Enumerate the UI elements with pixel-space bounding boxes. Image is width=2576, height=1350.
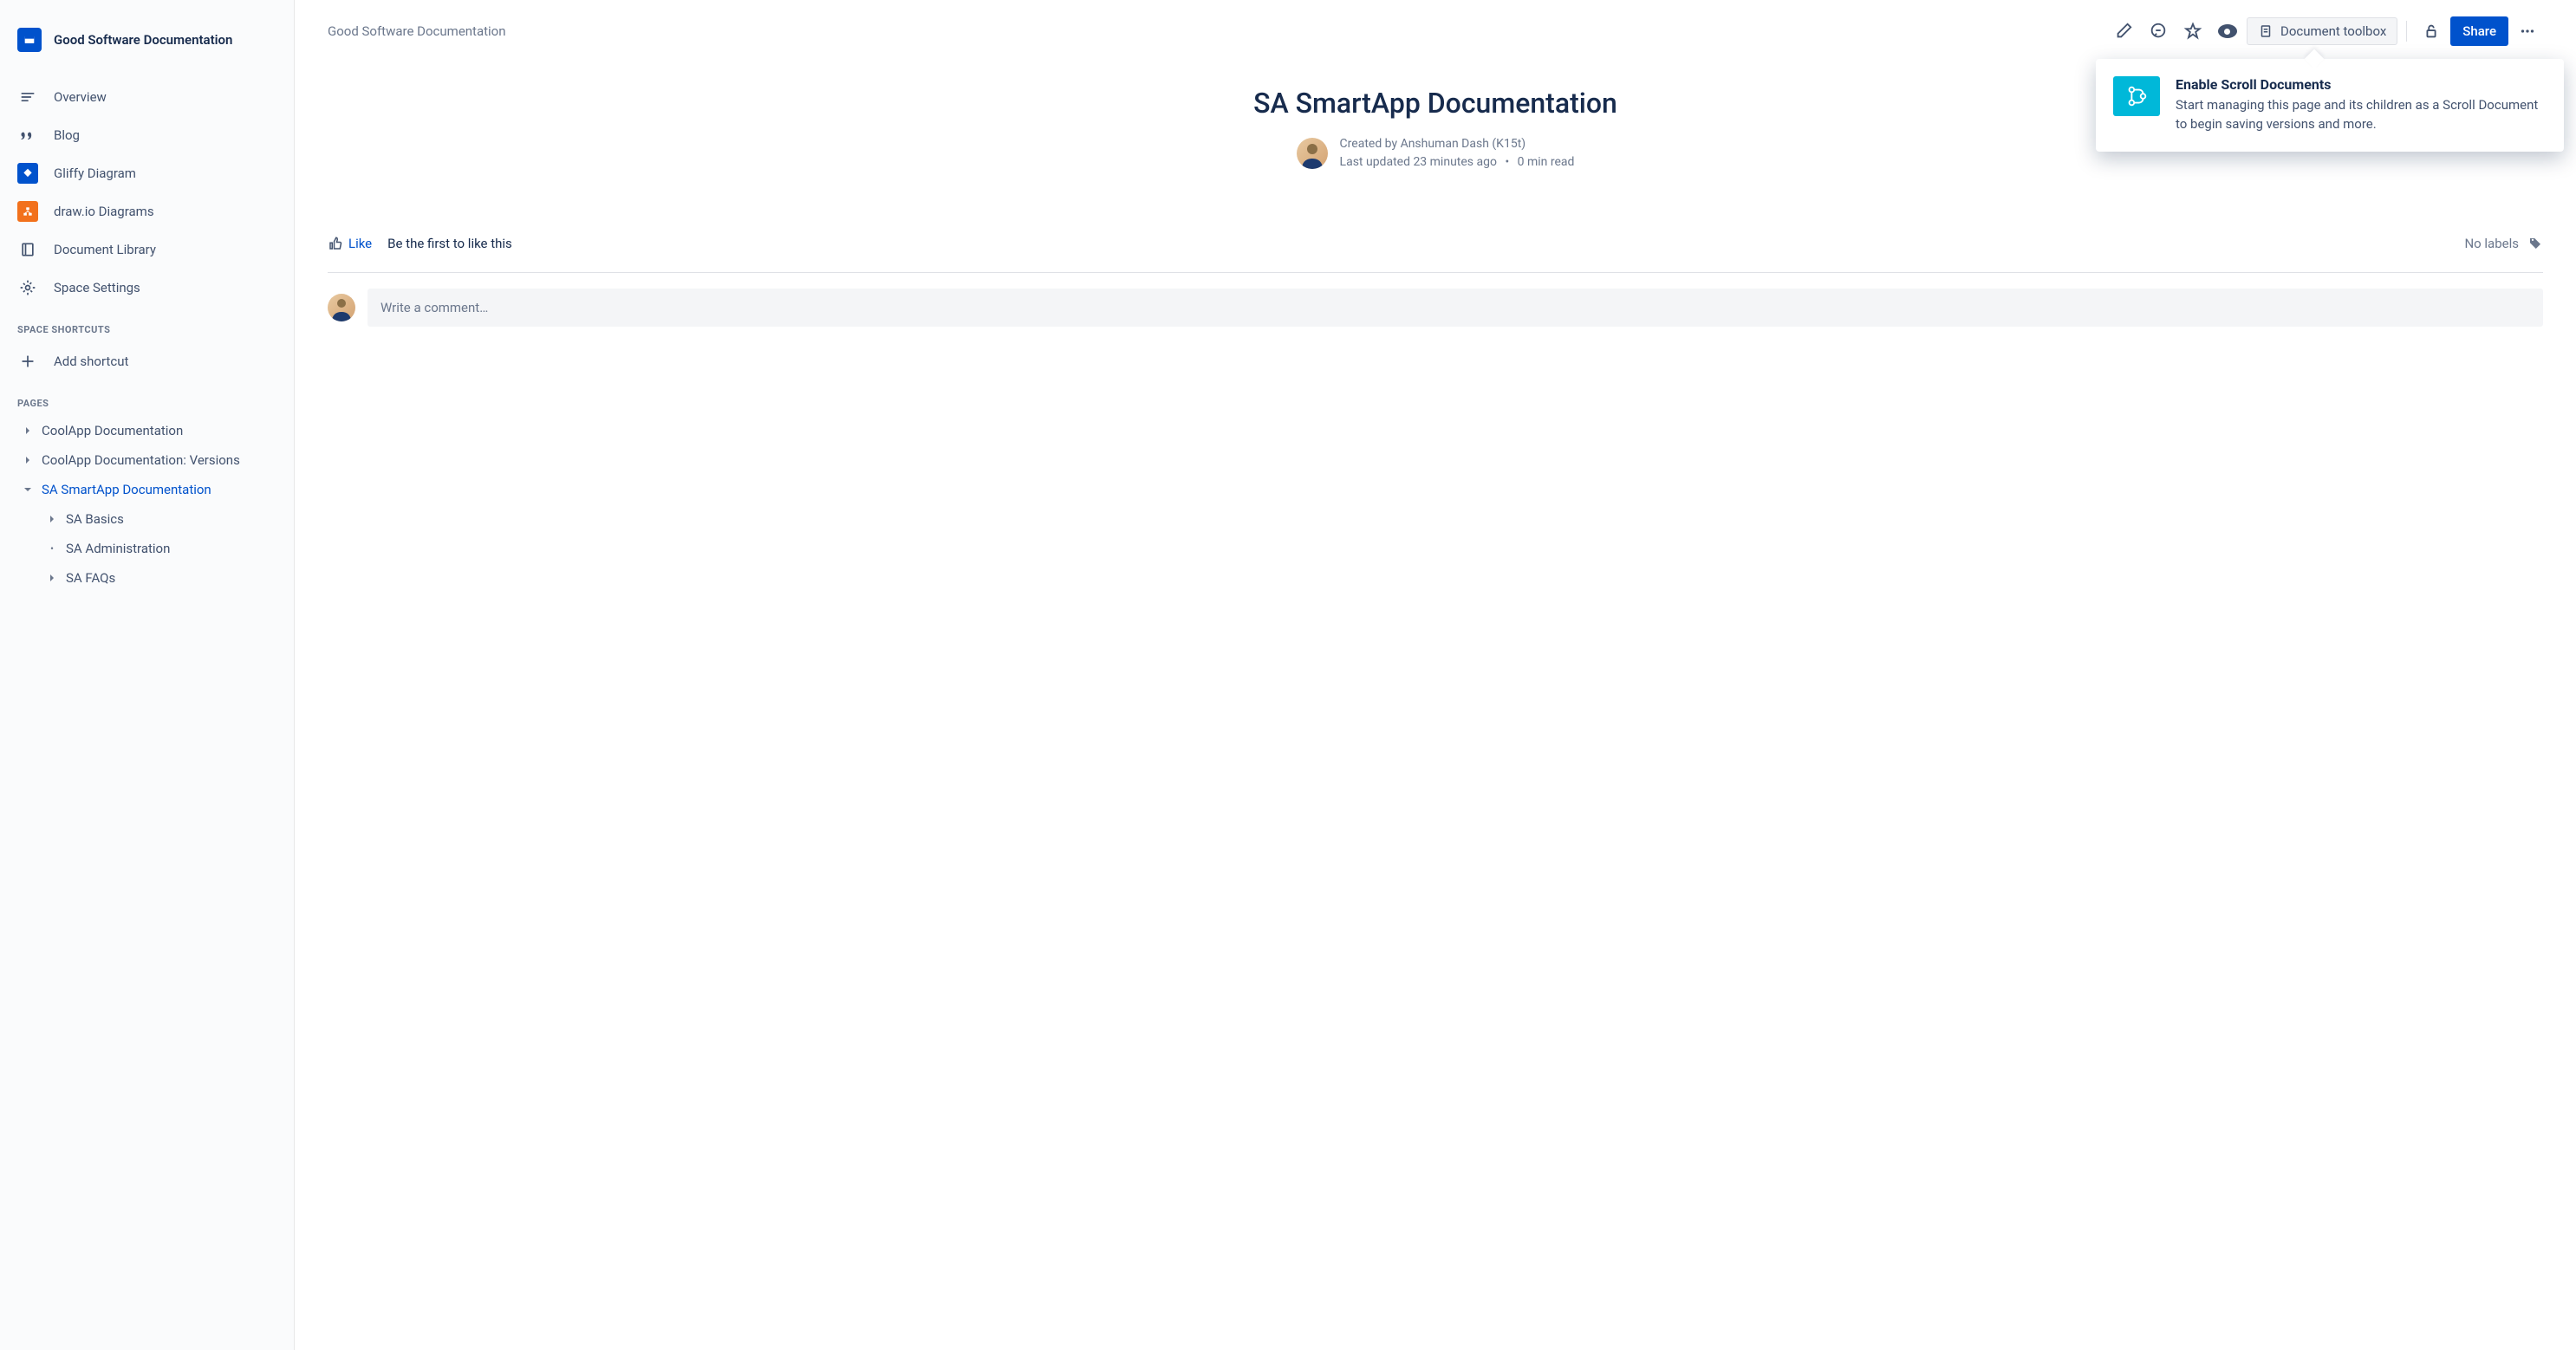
- add-shortcut-label: Add shortcut: [54, 354, 128, 369]
- comment-section: Write a comment…: [328, 289, 2543, 327]
- nav-blog[interactable]: Blog: [0, 116, 294, 154]
- comment-input[interactable]: Write a comment…: [368, 289, 2543, 327]
- thumbs-up-icon: [328, 236, 343, 251]
- chevron-right-icon[interactable]: [21, 424, 35, 438]
- more-actions-button[interactable]: [2512, 16, 2543, 47]
- nav-label: Overview: [54, 89, 107, 105]
- read-time: 0 min read: [1518, 155, 1575, 169]
- tree-label: SA SmartApp Documentation: [42, 482, 211, 497]
- sidebar: Good Software Documentation Overview Blo…: [0, 0, 295, 1350]
- main-content: Good Software Documentation Document too…: [295, 0, 2576, 1350]
- last-updated: Last updated 23 minutes ago: [1340, 155, 1497, 169]
- toolbox-label: Document toolbox: [2280, 23, 2386, 39]
- chevron-right-icon[interactable]: [45, 512, 59, 526]
- popover-title: Enable Scroll Documents: [2176, 76, 2547, 93]
- tree-label: CoolApp Documentation: Versions: [42, 452, 240, 468]
- gliffy-icon: [17, 163, 38, 184]
- chevron-down-icon[interactable]: [21, 483, 35, 497]
- add-shortcut[interactable]: Add shortcut: [0, 342, 294, 380]
- nav-label: Gliffy Diagram: [54, 166, 136, 181]
- document-toolbox-button[interactable]: Document toolbox: [2247, 17, 2397, 45]
- space-name: Good Software Documentation: [54, 32, 232, 48]
- current-user-avatar[interactable]: [328, 294, 355, 321]
- scroll-documents-popover[interactable]: Enable Scroll Documents Start managing t…: [2096, 59, 2564, 152]
- nav-label: Document Library: [54, 242, 156, 257]
- nav-drawio[interactable]: draw.io Diagrams: [0, 192, 294, 230]
- chevron-right-icon[interactable]: [45, 571, 59, 585]
- like-status: Be the first to like this: [387, 236, 512, 251]
- bullet-icon: •: [45, 542, 59, 555]
- chevron-right-icon[interactable]: [21, 453, 35, 467]
- reactions-row: Like Be the first to like this No labels: [328, 224, 2543, 263]
- tree-sa-admin[interactable]: • SA Administration: [0, 534, 294, 563]
- byline-text: Created by Anshuman Dash (K15t) Last upd…: [1340, 135, 1575, 172]
- document-icon: [2258, 23, 2274, 39]
- tree-sa-basics[interactable]: SA Basics: [0, 504, 294, 534]
- pages-heading: PAGES: [0, 380, 294, 416]
- drawio-icon: [17, 201, 38, 222]
- quote-icon: [17, 125, 38, 146]
- tree-label: CoolApp Documentation: [42, 423, 183, 438]
- nav-label: Space Settings: [54, 280, 140, 295]
- popover-body: Enable Scroll Documents Start managing t…: [2176, 76, 2547, 134]
- gear-icon: [17, 277, 38, 298]
- created-by: Created by Anshuman Dash (K15t): [1340, 135, 1575, 153]
- labels-section[interactable]: No labels: [2464, 236, 2543, 251]
- nav-label: draw.io Diagrams: [54, 204, 154, 219]
- no-labels-text: No labels: [2464, 236, 2519, 251]
- eye-icon: [2218, 24, 2237, 38]
- comment-button[interactable]: [2143, 16, 2174, 47]
- star-button[interactable]: [2177, 16, 2208, 47]
- nav-gliffy[interactable]: Gliffy Diagram: [0, 154, 294, 192]
- restrictions-button[interactable]: [2416, 16, 2447, 47]
- nav-settings[interactable]: Space Settings: [0, 269, 294, 307]
- divider: [2406, 21, 2407, 42]
- divider: [328, 272, 2543, 273]
- space-header[interactable]: Good Software Documentation: [0, 17, 294, 62]
- list-icon: [17, 87, 38, 107]
- topbar: Good Software Documentation Document too…: [295, 0, 2576, 62]
- like-label: Like: [348, 236, 372, 251]
- tree-sa-smartapp[interactable]: SA SmartApp Documentation: [0, 475, 294, 504]
- tag-icon: [2527, 236, 2543, 251]
- tree-label: SA Administration: [66, 541, 170, 556]
- tree-label: SA Basics: [66, 511, 124, 527]
- library-icon: [17, 239, 38, 260]
- tree-coolapp-versions[interactable]: CoolApp Documentation: Versions: [0, 445, 294, 475]
- scroll-docs-icon: [2113, 76, 2160, 116]
- share-button[interactable]: Share: [2450, 16, 2508, 46]
- nav-label: Blog: [54, 127, 80, 143]
- edit-button[interactable]: [2108, 16, 2139, 47]
- shortcuts-heading: SPACE SHORTCUTS: [0, 307, 294, 342]
- tree-label: SA FAQs: [66, 570, 115, 586]
- nav-doclib[interactable]: Document Library: [0, 230, 294, 269]
- watch-button[interactable]: [2212, 16, 2243, 47]
- like-button[interactable]: Like: [328, 236, 372, 251]
- author-avatar[interactable]: [1297, 138, 1328, 169]
- tree-sa-faqs[interactable]: SA FAQs: [0, 563, 294, 593]
- plus-icon: [17, 351, 38, 372]
- breadcrumb[interactable]: Good Software Documentation: [328, 23, 2101, 39]
- tree-coolapp-doc[interactable]: CoolApp Documentation: [0, 416, 294, 445]
- separator: •: [1505, 155, 1509, 169]
- nav-overview[interactable]: Overview: [0, 78, 294, 116]
- topbar-actions: Document toolbox Share: [2108, 16, 2543, 47]
- space-icon: [17, 28, 42, 52]
- popover-text: Start managing this page and its childre…: [2176, 96, 2547, 134]
